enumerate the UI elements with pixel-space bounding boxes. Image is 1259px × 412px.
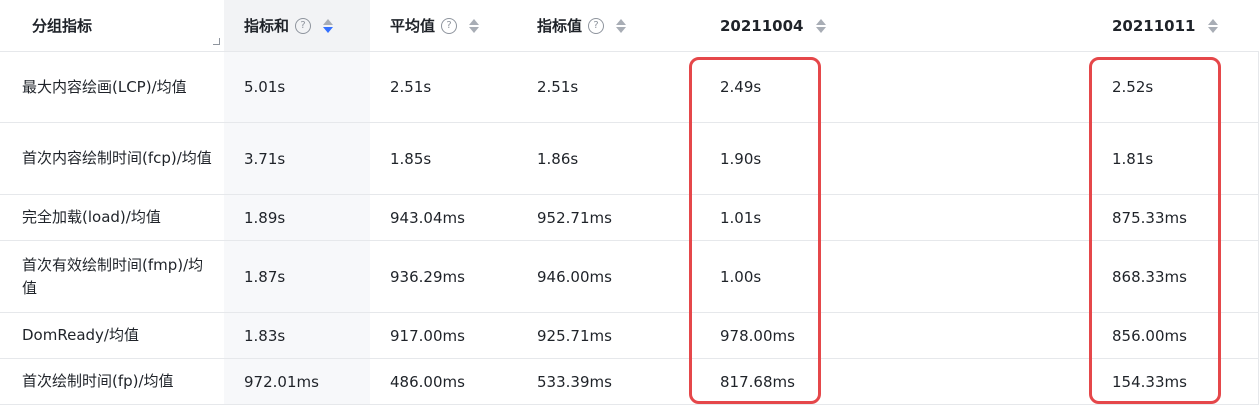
row-label-cell: 首次内容绘制时间(fcp)/均值: [0, 123, 224, 194]
metric-cell: 952.71ms: [537, 208, 612, 227]
table-row: 首次绘制时间(fp)/均值 972.01ms 486.00ms 533.39ms…: [0, 359, 1259, 405]
question-circle-icon[interactable]: ?: [295, 17, 312, 34]
row-label-cell: 完全加载(load)/均值: [0, 195, 224, 240]
date2-cell: 2.52s: [1112, 78, 1154, 96]
question-circle-icon[interactable]: ?: [441, 17, 458, 34]
header-group-label: 分组指标: [32, 16, 93, 35]
sort-caret-icon[interactable]: [469, 17, 480, 35]
row-label: 最大内容绘画(LCP)/均值: [22, 77, 187, 96]
header-sum-label: 指标和: [244, 16, 290, 35]
row-label: 首次有效绘制时间(fmp)/均值: [22, 255, 204, 297]
sum-cell: 1.87s: [224, 241, 370, 312]
question-circle-icon[interactable]: ?: [588, 17, 605, 34]
column-resize-handle[interactable]: [213, 38, 220, 45]
metric-cell: 946.00ms: [537, 267, 612, 286]
avg-cell: 2.51s: [390, 78, 432, 96]
avg-cell: 486.00ms: [390, 372, 465, 391]
date2-cell: 856.00ms: [1112, 326, 1187, 345]
header-avg[interactable]: 平均值 ?: [370, 0, 517, 51]
date1-cell: 1.90s: [720, 149, 762, 168]
row-label-cell: 首次有效绘制时间(fmp)/均值: [0, 241, 224, 312]
header-metric-value[interactable]: 指标值 ?: [517, 0, 700, 51]
table-row: 首次内容绘制时间(fcp)/均值 3.71s 1.85s 1.86s 1.90s…: [0, 123, 1259, 195]
header-avg-label: 平均值: [390, 16, 436, 35]
header-date2-label: 20211011: [1112, 16, 1196, 35]
avg-cell: 943.04ms: [390, 208, 465, 227]
sum-cell: 972.01ms: [224, 359, 370, 404]
sum-cell: 1.89s: [224, 195, 370, 240]
table-row: 完全加载(load)/均值 1.89s 943.04ms 952.71ms 1.…: [0, 195, 1259, 241]
metric-cell: 1.86s: [537, 149, 579, 168]
header-date-20211004[interactable]: 20211004: [700, 0, 1092, 51]
date2-cell: 868.33ms: [1112, 267, 1187, 286]
date2-cell: 1.81s: [1112, 149, 1154, 168]
header-metric-label: 指标值: [537, 16, 583, 35]
row-label: 完全加载(load)/均值: [22, 208, 161, 226]
sum-cell: 1.83s: [224, 313, 370, 358]
sort-caret-icon[interactable]: [323, 17, 334, 35]
metric-cell: 2.51s: [537, 78, 579, 96]
sort-caret-icon[interactable]: [616, 17, 627, 35]
table-row: DomReady/均值 1.83s 917.00ms 925.71ms 978.…: [0, 313, 1259, 359]
table-row: 最大内容绘画(LCP)/均值 5.01s 2.51s 2.51s 2.49s 2…: [0, 52, 1259, 123]
header-date1-label: 20211004: [720, 16, 804, 35]
date1-cell: 1.00s: [720, 267, 762, 286]
date1-cell: 978.00ms: [720, 326, 795, 345]
metric-cell: 533.39ms: [537, 372, 612, 391]
avg-cell: 917.00ms: [390, 326, 465, 345]
sort-caret-icon[interactable]: [1207, 17, 1218, 35]
row-label: DomReady/均值: [22, 326, 139, 344]
row-label: 首次绘制时间(fp)/均值: [22, 372, 174, 390]
avg-cell: 936.29ms: [390, 267, 465, 286]
header-group-metric[interactable]: 分组指标: [0, 0, 224, 51]
metrics-table: 分组指标 指标和 ? 平均值 ? 指标值 ? 20211004 20211011…: [0, 0, 1259, 405]
sum-cell: 5.01s: [224, 52, 370, 122]
date2-cell: 154.33ms: [1112, 372, 1187, 391]
avg-cell: 1.85s: [390, 149, 432, 168]
header-date-20211011[interactable]: 20211011: [1092, 0, 1259, 51]
sort-caret-icon[interactable]: [815, 17, 826, 35]
metric-cell: 925.71ms: [537, 326, 612, 345]
header-sum[interactable]: 指标和 ?: [224, 0, 370, 51]
sum-cell: 3.71s: [224, 123, 370, 194]
date1-cell: 2.49s: [720, 78, 762, 96]
row-label-cell: DomReady/均值: [0, 313, 224, 358]
row-label-cell: 最大内容绘画(LCP)/均值: [0, 52, 224, 122]
row-label-cell: 首次绘制时间(fp)/均值: [0, 359, 224, 404]
table-header: 分组指标 指标和 ? 平均值 ? 指标值 ? 20211004 20211011: [0, 0, 1259, 52]
date2-cell: 875.33ms: [1112, 208, 1187, 227]
date1-cell: 1.01s: [720, 208, 762, 227]
date1-cell: 817.68ms: [720, 372, 795, 391]
row-label: 首次内容绘制时间(fcp)/均值: [22, 149, 212, 167]
table-row: 首次有效绘制时间(fmp)/均值 1.87s 936.29ms 946.00ms…: [0, 241, 1259, 313]
